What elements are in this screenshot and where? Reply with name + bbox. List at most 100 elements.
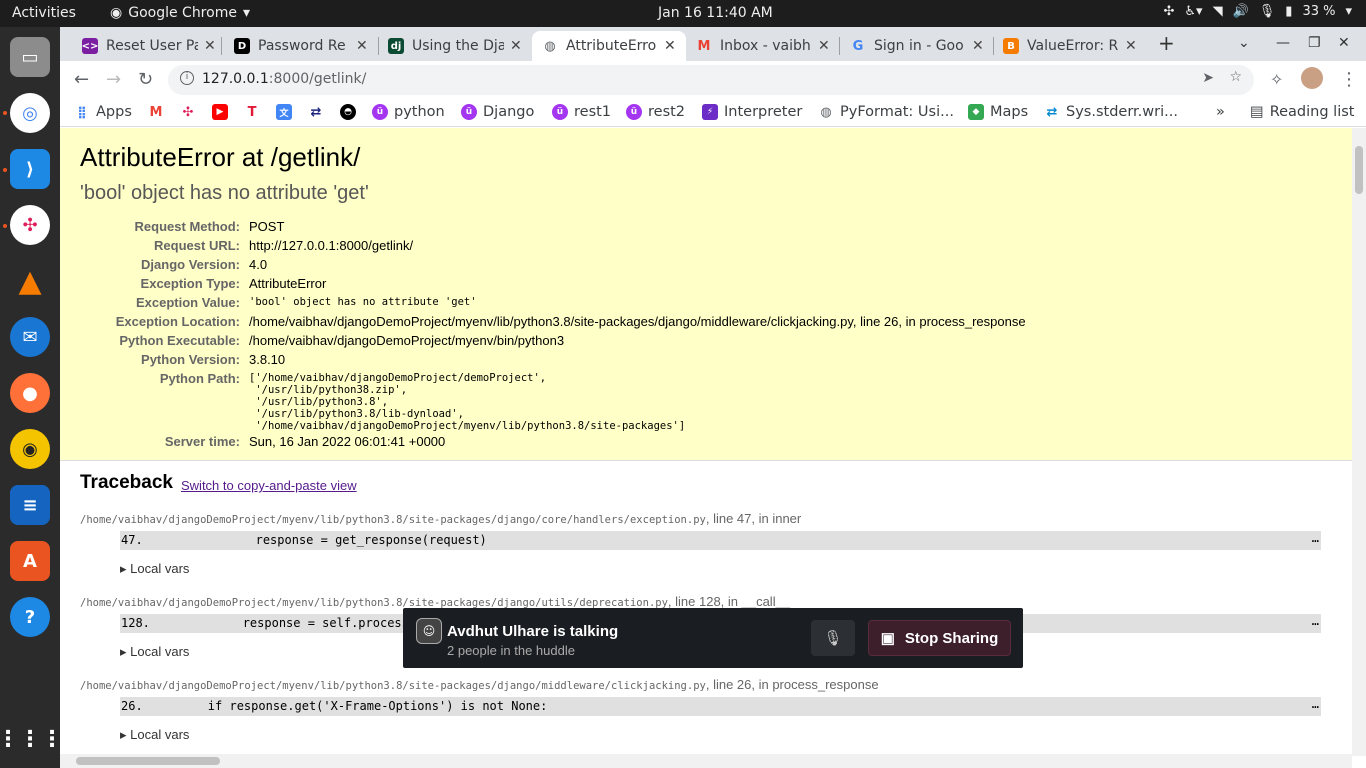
back-arrow-icon[interactable]: ← (74, 69, 89, 90)
tab-1[interactable]: D Password Re ✕ (224, 31, 378, 61)
site-info-icon[interactable]: i (180, 71, 194, 85)
close-icon[interactable]: ✕ (1125, 38, 1137, 54)
tab-5[interactable]: G Sign in - Goo ✕ (840, 31, 994, 61)
tab-2[interactable]: dj Using the Dja ✕ (378, 31, 532, 61)
code-context-line[interactable]: 47. response = get_response(request) … (120, 531, 1321, 550)
software-center-icon[interactable]: A (10, 541, 50, 581)
maximize-icon[interactable]: ❐ (1308, 35, 1321, 51)
slack-dock-icon[interactable]: ✣ (10, 205, 50, 245)
code-context-line[interactable]: 26. if response.get('X-Frame-Options') i… (120, 697, 1321, 716)
app-menu[interactable]: ◉ Google Chrome ▾ (110, 5, 250, 21)
send-tab-icon[interactable]: ➤ (1202, 70, 1214, 86)
close-icon[interactable]: ✕ (664, 38, 676, 54)
screen-share-icon: ▣ (880, 630, 895, 647)
bookmark-gmail[interactable]: M (148, 104, 164, 120)
meta-value: Sun, 16 Jan 2022 06:01:41 +0000 (249, 434, 446, 449)
activities-button[interactable]: Activities (12, 5, 76, 21)
frame-location: , line 26, in process_response (705, 677, 879, 692)
meta-key: Django Version: (141, 257, 240, 272)
mute-microphone-button[interactable]: 🎙 (811, 620, 855, 656)
stop-sharing-button[interactable]: ▣ Stop Sharing (868, 620, 1011, 656)
forward-arrow-icon[interactable]: → (106, 69, 121, 90)
bookmark-pyformat[interactable]: ◍ PyFormat: Usi... (818, 104, 954, 120)
bookmark-interpreter[interactable]: ⚡ Interpreter (702, 104, 802, 120)
bookmark-maps[interactable]: ◆ Maps (968, 104, 1028, 120)
expand-ellipsis-icon[interactable]: … (1312, 531, 1319, 545)
local-vars-toggle[interactable]: ▸ Local vars (120, 644, 189, 660)
frame-location: , line 47, in inner (705, 511, 802, 526)
chrome-dock-icon[interactable]: ◎ (10, 93, 50, 133)
menu-kebab-icon[interactable]: ⋮ (1340, 69, 1358, 90)
vlc-icon[interactable]: ▲ (10, 261, 50, 301)
switch-view-link[interactable]: Switch to copy-and-paste view (181, 478, 357, 493)
files-icon[interactable]: ▭ (10, 37, 50, 77)
bookmark-tesla[interactable]: T (244, 104, 260, 120)
reload-icon[interactable]: ↻ (138, 69, 153, 90)
profile-avatar[interactable] (1301, 67, 1323, 89)
new-tab-plus-icon[interactable]: + (1158, 31, 1175, 55)
help-icon[interactable]: ? (10, 597, 50, 637)
battery-icon: ▮ (1285, 4, 1293, 19)
bookmark-github[interactable]: ◓ (340, 104, 356, 120)
close-icon[interactable]: ✕ (818, 38, 830, 54)
reading-list[interactable]: ▤ Reading list (1250, 104, 1354, 120)
bolt-icon: ⚡ (702, 104, 718, 120)
tab-separator (221, 37, 222, 55)
vertical-scroll-thumb[interactable] (1355, 146, 1363, 194)
horizontal-scroll-thumb[interactable] (76, 757, 220, 765)
python-path-line: '/usr/lib/python3.8/lib-dynload', (249, 408, 464, 420)
system-tray[interactable]: ✣ ♿▾ ◥ 🔊 🎙 ▮ 33 % ▾ (1163, 4, 1352, 19)
expand-ellipsis-icon[interactable]: … (1312, 697, 1319, 711)
triangle-right-icon: ▸ (120, 644, 127, 659)
firefox-icon[interactable]: ● (10, 373, 50, 413)
bookmark-youtube[interactable]: ▶ (212, 104, 228, 120)
bookmark-slack[interactable]: ✣ (180, 104, 196, 120)
local-vars-toggle[interactable]: ▸ Local vars (120, 561, 189, 577)
bookmark-apps[interactable]: ⣿ Apps (74, 104, 132, 120)
bookmark-star-icon[interactable]: ☆ (1229, 69, 1242, 85)
tab-3-active[interactable]: ◍ AttributeErro ✕ (532, 31, 686, 61)
show-apps-grid-icon[interactable]: ⋮⋮⋮ (0, 719, 63, 759)
bookmark-rest1[interactable]: ü rest1 (552, 104, 611, 120)
bookmark-python[interactable]: ü python (372, 104, 445, 120)
udemy-icon: ü (626, 104, 642, 120)
libreoffice-writer-icon[interactable]: ≡ (10, 485, 50, 525)
tab-4[interactable]: M Inbox - vaibh ✕ (686, 31, 840, 61)
tab-0[interactable]: <> Reset User Pa ✕ (72, 31, 226, 61)
microphone-icon: 🎙 (1258, 4, 1276, 19)
bookmark-django[interactable]: ü Django (461, 104, 534, 120)
tab-6[interactable]: B ValueError: R ✕ (993, 31, 1147, 61)
close-icon[interactable]: ✕ (510, 38, 522, 54)
system-top-bar: Activities ◉ Google Chrome ▾ Jan 16 11:4… (0, 0, 1366, 27)
thunderbird-icon[interactable]: ✉ (10, 317, 50, 357)
frame-file: /home/vaibhav/djangoDemoProject/myenv/li… (80, 514, 706, 526)
meta-key: Python Path: (159, 371, 240, 386)
bookmarks-overflow-chevron-icon[interactable]: » (1216, 104, 1225, 120)
minimize-icon[interactable]: — (1276, 35, 1290, 51)
bookmark-stderr[interactable]: ⇄ Sys.stderr.wri... (1044, 104, 1178, 120)
close-icon[interactable]: ✕ (356, 38, 368, 54)
maps-icon: ◆ (968, 104, 984, 120)
meta-value: POST (249, 219, 285, 234)
vertical-scrollbar[interactable] (1352, 128, 1366, 756)
frame-file: /home/vaibhav/djangoDemoProject/myenv/li… (80, 680, 706, 692)
rhythmbox-icon[interactable]: ◉ (10, 429, 50, 469)
extensions-puzzle-icon[interactable]: ✧ (1270, 70, 1283, 89)
bookmark-sync[interactable]: ⇄ (308, 104, 324, 120)
bookmark-rest2[interactable]: ü rest2 (626, 104, 685, 120)
url-text[interactable]: 127.0.0.1:8000/getlink/ (202, 71, 366, 87)
close-window-icon[interactable]: ✕ (1338, 35, 1350, 51)
tab-search-chevron-icon[interactable]: ⌄ (1238, 35, 1250, 51)
expand-ellipsis-icon[interactable]: … (1312, 614, 1319, 628)
close-icon[interactable]: ✕ (972, 38, 984, 54)
close-icon[interactable]: ✕ (204, 38, 216, 54)
udemy-icon: ü (372, 104, 388, 120)
horizontal-scrollbar[interactable] (60, 754, 1352, 768)
address-bar[interactable]: i 127.0.0.1:8000/getlink/ ➤ ☆ (168, 65, 1254, 95)
meta-value: 'bool' object has no attribute 'get' (249, 296, 477, 308)
bookmark-translate[interactable]: 文 (276, 104, 292, 120)
vscode-icon[interactable]: ⟩ (10, 149, 50, 189)
local-vars-toggle[interactable]: ▸ Local vars (120, 727, 189, 743)
clock[interactable]: Jan 16 11:40 AM (658, 5, 773, 21)
django-icon: dj (388, 38, 404, 54)
